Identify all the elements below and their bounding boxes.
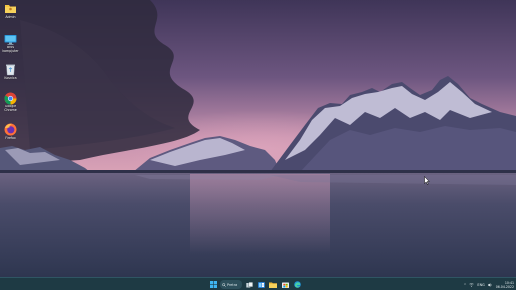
store-icon	[281, 282, 289, 288]
edge-button[interactable]	[292, 279, 302, 290]
taskbar-pinned-apps: Pretra	[208, 278, 302, 290]
language-indicator[interactable]: ENG	[477, 283, 484, 287]
desktop-icon-recycle-bin[interactable]: Kosnica	[0, 63, 21, 80]
start-icon	[209, 281, 217, 288]
task-view-icon	[245, 281, 253, 287]
desktop-icon-label: Firefox	[5, 136, 16, 140]
desktop-wallpaper	[0, 0, 516, 277]
widgets-button[interactable]	[256, 279, 266, 290]
task-view-button[interactable]	[244, 279, 254, 290]
wifi-icon[interactable]	[469, 282, 475, 287]
this-pc-icon	[4, 35, 17, 45]
chrome-icon	[4, 92, 17, 105]
desktop-icon-this-pc[interactable]: Bros kompjuter	[0, 33, 21, 53]
desktop-icon-label: Admin	[5, 15, 16, 19]
desktop-icon-label: Bros kompjuter	[2, 46, 19, 53]
firefox-icon	[4, 123, 17, 136]
file-explorer-button[interactable]	[268, 279, 278, 290]
search-icon	[222, 282, 226, 287]
user-folder-icon	[5, 5, 16, 13]
wallpaper-landscape	[0, 0, 516, 277]
tray-overflow-chevron-icon[interactable]: ^	[464, 283, 467, 287]
start-button[interactable]	[208, 279, 218, 290]
desktop-icon-firefox[interactable]: Firefox	[0, 123, 21, 140]
volume-icon[interactable]	[487, 282, 493, 287]
file-explorer-icon	[269, 282, 277, 288]
taskbar-search-box[interactable]: Pretra	[220, 280, 242, 289]
clock-date: 06.04.2022	[495, 284, 514, 289]
taskbar-clock[interactable]: 10:41 06.04.2022	[496, 281, 514, 289]
store-button[interactable]	[280, 279, 290, 290]
search-label: Pretra	[227, 282, 238, 287]
edge-icon	[293, 281, 301, 288]
desktop-icon-label: Kosnica	[4, 76, 17, 80]
widgets-icon	[257, 281, 265, 288]
taskbar: Pretra ^ ENG 10:41 06.04.2022	[0, 277, 516, 290]
system-tray: ^ ENG 10:41 06.04.2022	[464, 278, 514, 290]
desktop-icon-chrome[interactable]: Google Chrome	[0, 92, 21, 112]
desktop-icon-label: Google Chrome	[4, 105, 17, 112]
recycle-bin-icon	[6, 64, 15, 76]
mouse-cursor-icon	[424, 176, 430, 185]
desktop-icon-admin[interactable]: Admin	[0, 2, 21, 19]
